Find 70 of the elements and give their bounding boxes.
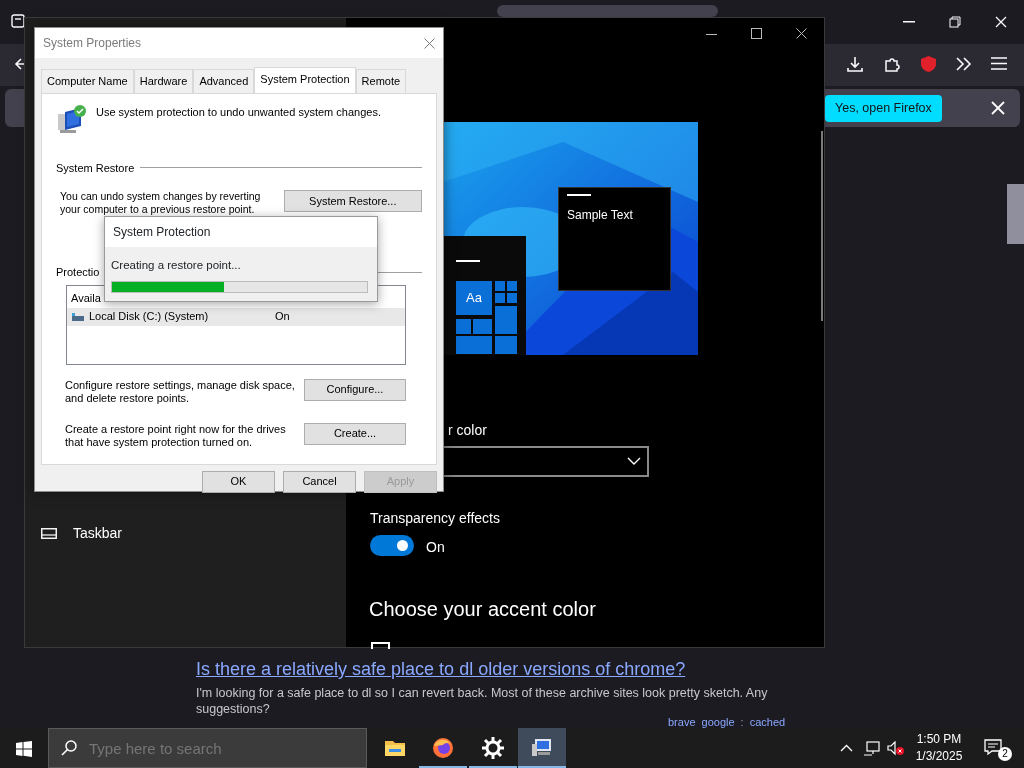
download-icon[interactable] bbox=[846, 55, 864, 73]
puzzle-icon[interactable] bbox=[883, 55, 901, 73]
chevrons-icon[interactable] bbox=[955, 56, 972, 72]
checkbox[interactable] bbox=[371, 642, 390, 649]
maximize-icon[interactable] bbox=[751, 28, 762, 39]
chevron-down-icon bbox=[627, 457, 641, 465]
muted-speaker-icon[interactable] bbox=[887, 741, 905, 756]
menu-icon[interactable] bbox=[991, 57, 1007, 70]
sidebar-icon[interactable] bbox=[11, 14, 25, 28]
tab[interactable]: Hardware bbox=[133, 69, 194, 93]
search-field[interactable]: Type here to search bbox=[48, 728, 367, 768]
section-heading: Choose your accent color bbox=[369, 597, 596, 622]
group-label: Protectio bbox=[56, 265, 100, 280]
computer-shield-icon bbox=[56, 103, 88, 136]
notification-badge: 2 bbox=[998, 747, 1012, 761]
description-text: Create a restore point right now for the drives that have system protection turned on. bbox=[65, 422, 287, 449]
description-text: Configure restore settings, manage disk space, and delete restore points. bbox=[65, 378, 296, 405]
tab[interactable]: Advanced bbox=[193, 69, 255, 93]
group-label: System Restore bbox=[56, 160, 135, 176]
dialog-title: System Protection bbox=[113, 224, 211, 241]
window-title: System Properties bbox=[43, 35, 142, 52]
scrollbar-thumb[interactable] bbox=[1007, 184, 1024, 244]
chevron-up-icon[interactable] bbox=[840, 744, 853, 752]
separator: : bbox=[740, 717, 744, 728]
dialog-button[interactable]: OK bbox=[202, 470, 275, 493]
column-header: Availa bbox=[71, 291, 101, 307]
close-icon[interactable] bbox=[796, 28, 807, 39]
restore-icon[interactable] bbox=[949, 16, 961, 28]
create-button[interactable]: Create... bbox=[304, 422, 406, 445]
gear-icon bbox=[481, 736, 505, 761]
minimize-icon[interactable] bbox=[903, 21, 915, 23]
scrollbar[interactable] bbox=[821, 131, 823, 321]
progress-message: Creating a restore point... bbox=[111, 258, 242, 273]
sample-text: Sample Text bbox=[567, 207, 634, 224]
taskbar-app[interactable] bbox=[518, 728, 566, 768]
section-label: r color bbox=[448, 421, 487, 440]
tab[interactable]: Remote bbox=[355, 69, 407, 93]
search-icon bbox=[61, 740, 77, 756]
drive-icon bbox=[71, 311, 85, 322]
result-action-link[interactable]: cached bbox=[749, 717, 786, 728]
clock-time: 1:50 PM bbox=[915, 731, 963, 748]
result-link[interactable]: Is there a relatively safe place to dl older versions of chrome? bbox=[196, 656, 686, 683]
taskbar-icon bbox=[41, 528, 57, 539]
drive-status: On bbox=[275, 309, 290, 325]
preview-tile: Aa bbox=[456, 281, 492, 315]
shield-icon[interactable] bbox=[920, 55, 937, 73]
toggle-switch[interactable] bbox=[370, 535, 414, 556]
open-firefox-button[interactable]: Yes, open Firefox bbox=[825, 95, 942, 122]
tab[interactable]: Computer Name bbox=[41, 69, 134, 93]
clock-date: 1/3/2025 bbox=[914, 748, 964, 765]
result-action-link[interactable]: google bbox=[701, 717, 735, 728]
intro-text: Use system protection to undo unwanted system changes. bbox=[96, 104, 381, 120]
clock[interactable]: 1:50 PM 1/3/2025 bbox=[908, 731, 970, 765]
setting-label: Transparency effects bbox=[370, 509, 500, 528]
toggle-state: On bbox=[426, 538, 445, 557]
system-restore-button[interactable]: System Restore... bbox=[283, 190, 422, 212]
list-row[interactable]: Local Disk (C:) (System) On bbox=[67, 307, 405, 326]
network-icon[interactable] bbox=[863, 741, 880, 756]
tab[interactable]: System Protection bbox=[254, 67, 356, 93]
result-action-link[interactable]: brave bbox=[668, 717, 696, 728]
windows-logo-icon[interactable] bbox=[16, 741, 32, 757]
dialog-button[interactable]: Cancel bbox=[283, 470, 356, 493]
color-dropdown[interactable] bbox=[441, 446, 649, 477]
configure-button[interactable]: Configure... bbox=[304, 378, 406, 401]
sidebar-item[interactable]: Taskbar bbox=[73, 523, 123, 544]
description-text: You can undo system changes by reverting your computer to a previous restore point. bbox=[60, 190, 262, 216]
notification-icon[interactable] bbox=[984, 739, 1002, 755]
browser-icon bbox=[431, 736, 455, 761]
drive-name: Local Disk (C:) (System) bbox=[89, 309, 210, 325]
result-snippet: I'm looking for a safe place to dl so I can revert back. Most of these archive sites look pretty sketch. Any suggestions? bbox=[196, 685, 769, 717]
